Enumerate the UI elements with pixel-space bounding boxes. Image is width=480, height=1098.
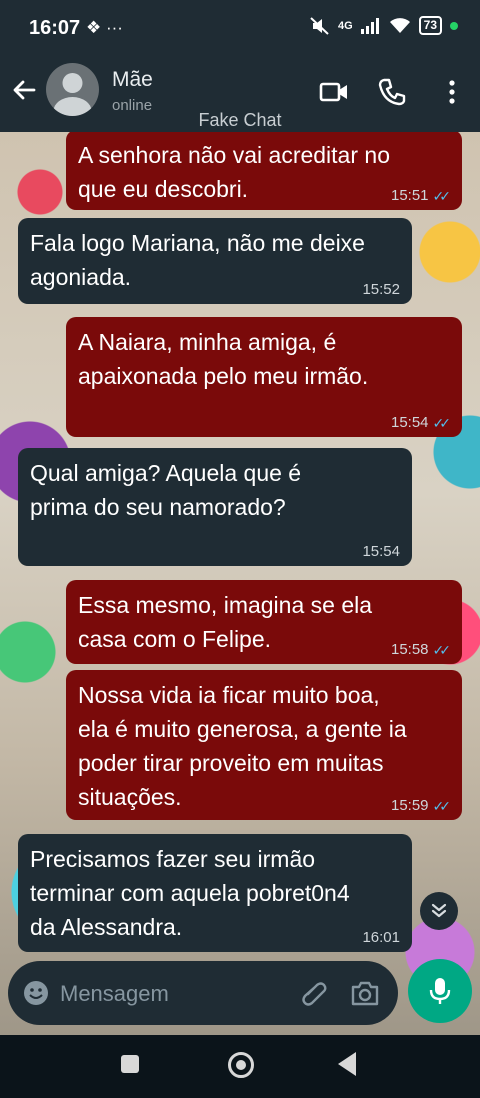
message-text: A Naiara, minha amiga, é apaixonada pelo… [78, 329, 369, 389]
mic-button[interactable] [408, 959, 472, 1023]
video-call-icon[interactable] [318, 76, 350, 108]
message-meta: 15:52 [362, 282, 400, 298]
message-time: 15:52 [362, 281, 400, 298]
chevron-down-icon [431, 903, 447, 918]
message-bubble-outgoing[interactable]: A Naiara, minha amiga, é apaixonada pelo… [66, 317, 462, 437]
status-notification-icons: ❖ ··· [86, 18, 123, 37]
message-bubble-incoming[interactable]: Precisamos fazer seu irmão terminar com … [18, 834, 412, 952]
network-type: 4G [337, 19, 353, 32]
contact-name[interactable]: Mãe [112, 68, 153, 92]
message-time: 15:51 [390, 187, 429, 204]
message-meta: 15:58 ✓✓ [390, 641, 452, 659]
chat-area[interactable]: A senhora não vai acreditar no que eu de… [0, 132, 480, 1035]
message-bubble-incoming[interactable]: Fala logo Mariana, não me deixe agoniada… [18, 218, 412, 304]
message-text: Precisamos fazer seu irmão terminar com … [30, 846, 350, 940]
fake-chat-watermark: Fake Chat [198, 110, 282, 130]
read-ticks-icon: ✓✓ [432, 642, 452, 658]
message-meta: 15:54 ✓✓ [390, 414, 452, 432]
message-time: 15:58 [390, 641, 429, 658]
system-nav-bar [0, 1035, 480, 1098]
home-button[interactable] [228, 1052, 254, 1078]
read-ticks-icon: ✓✓ [432, 188, 452, 204]
message-time: 15:59 [390, 797, 429, 814]
message-meta: 15:51 ✓✓ [390, 187, 452, 205]
scroll-to-bottom-button[interactable] [420, 892, 458, 930]
status-bar: 16:07 ❖ ··· 4G 73 [0, 0, 480, 58]
more-vert-icon[interactable] [436, 76, 468, 108]
attach-icon[interactable] [300, 979, 328, 1007]
mute-icon [310, 16, 329, 35]
mic-icon [429, 978, 451, 1004]
message-time: 15:54 [390, 414, 429, 431]
phone-icon[interactable] [376, 76, 408, 108]
read-ticks-icon: ✓✓ [432, 798, 452, 814]
battery-icon: 73 [418, 16, 442, 35]
privacy-dot-icon [450, 21, 458, 30]
avatar[interactable] [46, 63, 99, 116]
message-bubble-incoming[interactable]: Qual amiga? Aquela que é prima do seu na… [18, 448, 412, 566]
system-back-button[interactable] [338, 1052, 356, 1076]
recent-apps-button[interactable] [121, 1055, 139, 1073]
message-bubble-outgoing[interactable]: Nossa vida ia ficar muito boa, ela é mui… [66, 670, 462, 820]
signal-icon [360, 17, 379, 34]
camera-icon[interactable] [350, 979, 380, 1007]
status-time: 16:07 [29, 17, 81, 39]
message-meta: 15:54 [362, 544, 400, 560]
read-ticks-icon: ✓✓ [432, 415, 452, 431]
message-text: Qual amiga? Aquela que é prima do seu na… [30, 460, 302, 520]
status-right-icons: 4G 73 [310, 16, 458, 35]
message-text: Nossa vida ia ficar muito boa, ela é mui… [78, 682, 407, 810]
message-input[interactable] [58, 975, 292, 1013]
message-bubble-outgoing[interactable]: A senhora não vai acreditar no que eu de… [66, 132, 462, 210]
message-time: 15:54 [362, 543, 400, 560]
message-composer [8, 961, 398, 1025]
wifi-icon [389, 17, 410, 33]
emoji-icon[interactable] [22, 979, 50, 1007]
back-arrow-icon[interactable] [10, 76, 38, 104]
message-time: 16:01 [362, 929, 400, 946]
message-meta: 16:01 [362, 930, 400, 946]
message-bubble-outgoing[interactable]: Essa mesmo, imagina se ela casa com o Fe… [66, 580, 462, 664]
message-meta: 15:59 ✓✓ [390, 797, 452, 815]
message-text: Fala logo Mariana, não me deixe agoniada… [30, 230, 365, 290]
default-avatar-icon [53, 73, 92, 116]
